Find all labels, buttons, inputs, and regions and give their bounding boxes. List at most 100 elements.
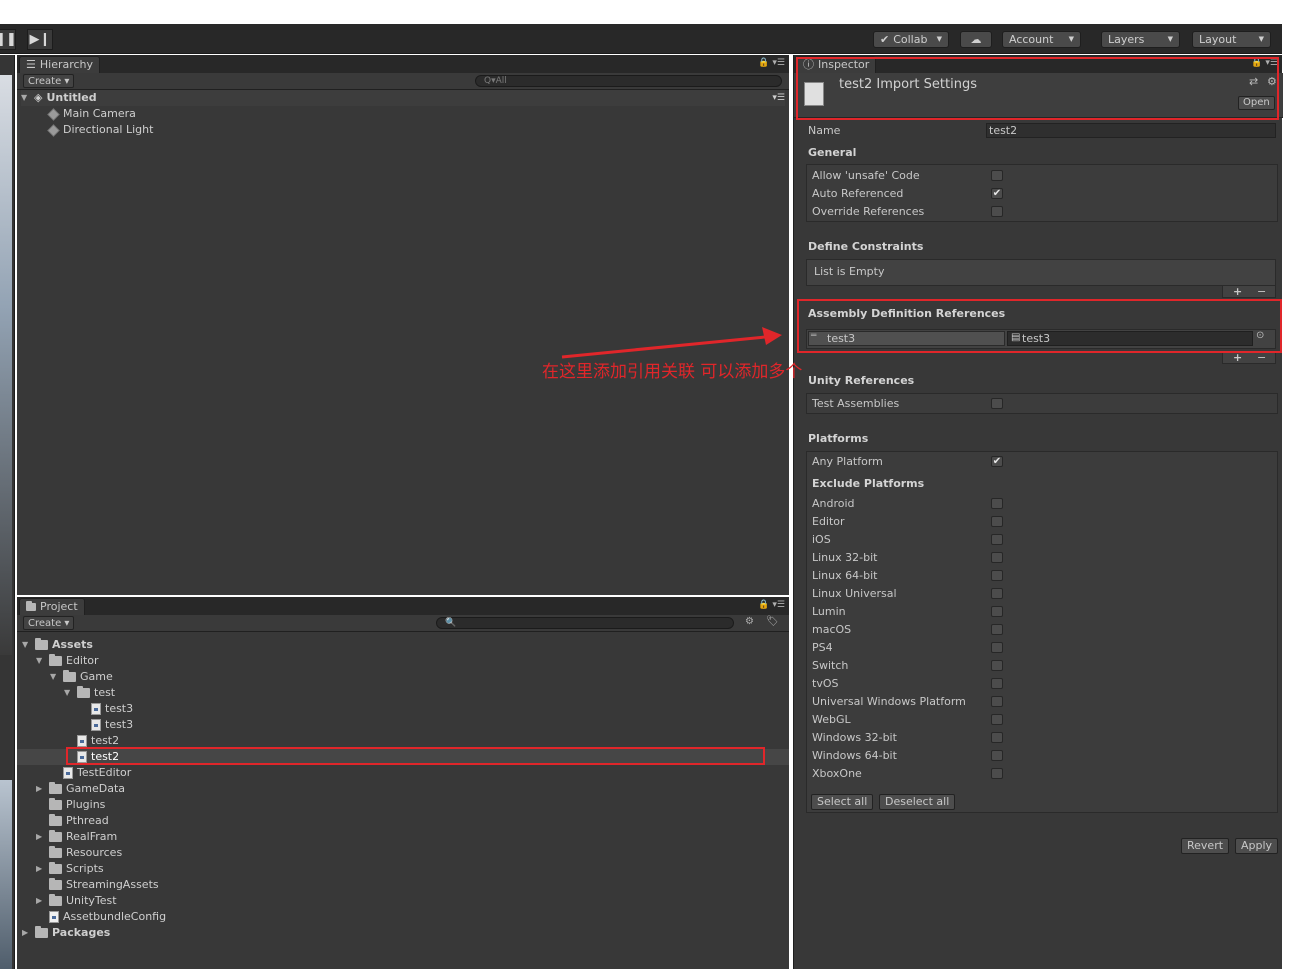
- folder-icon: [49, 782, 62, 794]
- filter-by-type-icon[interactable]: ⚙: [745, 616, 754, 627]
- tree-item-packages[interactable]: ▶ Packages: [22, 925, 110, 941]
- gear-icon[interactable]: ⚙: [1267, 75, 1277, 88]
- auto-referenced-checkbox[interactable]: ✔: [991, 188, 1003, 199]
- select-all-button[interactable]: Select all: [811, 794, 874, 810]
- tab-project[interactable]: Project: [19, 598, 85, 615]
- platform-checkbox[interactable]: [991, 642, 1003, 653]
- collab-button[interactable]: ✔ Collab ▼: [873, 31, 949, 48]
- expand-icon[interactable]: ▼: [36, 653, 45, 669]
- tab-inspector[interactable]: ⓘ Inspector: [796, 56, 877, 73]
- platform-checkbox[interactable]: [991, 624, 1003, 635]
- platform-checkbox[interactable]: [991, 552, 1003, 563]
- any-platform-checkbox[interactable]: ✔: [991, 456, 1003, 467]
- filter-by-label-icon[interactable]: 🏷: [766, 616, 779, 627]
- tree-item-test2-script[interactable]: test2: [77, 733, 119, 749]
- cloud-button[interactable]: ☁: [960, 31, 992, 48]
- right-margin: [1282, 24, 1290, 969]
- expand-icon[interactable]: ▼: [21, 90, 30, 106]
- expand-icon[interactable]: ▼: [64, 685, 73, 701]
- collapse-icon[interactable]: ▶: [22, 925, 31, 941]
- platform-checkbox[interactable]: [991, 588, 1003, 599]
- allow-unsafe-checkbox[interactable]: [991, 170, 1003, 181]
- object-picker-icon[interactable]: ⊙: [1256, 330, 1264, 341]
- tree-item-pthread[interactable]: Pthread: [49, 813, 109, 829]
- tree-item-resources[interactable]: Resources: [49, 845, 122, 861]
- ref-object-field[interactable]: ▤ test3: [1007, 331, 1253, 346]
- scene-row[interactable]: ▼ ◈ Untitled ▾☰: [21, 90, 785, 106]
- add-icon[interactable]: +: [1233, 286, 1242, 297]
- platform-checkbox[interactable]: [991, 660, 1003, 671]
- tree-item-test2-asmdef[interactable]: test2: [77, 749, 119, 765]
- tree-item-plugins[interactable]: Plugins: [49, 797, 105, 813]
- preset-icon[interactable]: ⇄: [1249, 75, 1258, 88]
- platform-checkbox[interactable]: [991, 768, 1003, 779]
- platform-checkbox[interactable]: [991, 678, 1003, 689]
- panel-menu-icon[interactable]: 🔒 ▾☰: [1251, 58, 1278, 68]
- step-button[interactable]: ▶❙: [27, 29, 53, 50]
- collapse-icon[interactable]: ▶: [36, 893, 45, 909]
- tree-item-gamedata[interactable]: ▶ GameData: [36, 781, 125, 797]
- platform-checkbox[interactable]: [991, 750, 1003, 761]
- tree-item-streamingassets[interactable]: StreamingAssets: [49, 877, 159, 893]
- tree-item-test3-asmdef[interactable]: test3: [91, 701, 133, 717]
- platform-checkbox[interactable]: [991, 732, 1003, 743]
- platform-checkbox[interactable]: [991, 534, 1003, 545]
- expand-icon[interactable]: ▼: [22, 637, 31, 653]
- platform-checkbox[interactable]: [991, 606, 1003, 617]
- platform-label: Editor: [812, 515, 845, 528]
- open-button[interactable]: Open: [1238, 96, 1275, 110]
- main-toolbar: ❚❚ ▶❙ ✔ Collab ▼ ☁ Account ▼ Layers ▼ La…: [0, 24, 1282, 54]
- apply-button[interactable]: Apply: [1235, 838, 1279, 854]
- remove-icon[interactable]: −: [1257, 286, 1266, 297]
- list-item[interactable]: Directional Light: [47, 122, 153, 138]
- tree-item-editor[interactable]: ▼ Editor: [36, 653, 99, 669]
- platform-checkbox[interactable]: [991, 498, 1003, 509]
- collapse-icon[interactable]: ▶: [36, 829, 45, 845]
- platform-checkbox[interactable]: [991, 714, 1003, 725]
- platform-label: Switch: [812, 659, 849, 672]
- project-search-input[interactable]: 🔍: [436, 617, 734, 629]
- tree-item-test3-script[interactable]: test3: [91, 717, 133, 733]
- deselect-all-button[interactable]: Deselect all: [879, 794, 956, 810]
- platform-checkbox[interactable]: [991, 696, 1003, 707]
- tree-item-assets[interactable]: ▼ Assets: [22, 637, 93, 653]
- platform-checkbox[interactable]: [991, 570, 1003, 581]
- remove-icon[interactable]: −: [1257, 352, 1266, 363]
- panel-menu-icon[interactable]: 🔒 ▾☰: [758, 58, 785, 68]
- name-field[interactable]: test2: [986, 123, 1276, 138]
- platform-label: WebGL: [812, 713, 851, 726]
- pause-button[interactable]: ❚❚: [0, 29, 17, 50]
- tree-item-unitytest[interactable]: ▶ UnityTest: [36, 893, 117, 909]
- layers-dropdown[interactable]: Layers ▼: [1101, 31, 1180, 48]
- tab-hierarchy[interactable]: ☰ Hierarchy: [19, 56, 101, 73]
- inspector-title: test2 Import Settings: [839, 77, 977, 92]
- revert-button[interactable]: Revert: [1181, 838, 1230, 854]
- override-references-checkbox[interactable]: [991, 206, 1003, 217]
- list-empty-label: List is Empty: [814, 265, 885, 278]
- tree-item-game[interactable]: ▼ Game: [50, 669, 113, 685]
- account-dropdown[interactable]: Account ▼: [1002, 31, 1081, 48]
- tree-item-realfram[interactable]: ▶ RealFram: [36, 829, 117, 845]
- scene-menu-icon[interactable]: ▾☰: [772, 90, 785, 106]
- platform-label: Android: [812, 497, 855, 510]
- hierarchy-search-input[interactable]: Q▾All: [475, 75, 782, 87]
- tree-item-assetbundleconfig[interactable]: AssetbundleConfig: [49, 909, 166, 925]
- expand-icon[interactable]: ▼: [50, 669, 59, 685]
- hierarchy-create-button[interactable]: Create ▾: [23, 74, 75, 88]
- ref-name-field[interactable]: ═ test3: [808, 331, 1005, 346]
- test-assemblies-checkbox[interactable]: [991, 398, 1003, 409]
- drag-handle-icon[interactable]: ═: [811, 331, 816, 341]
- collapse-icon[interactable]: ▶: [36, 861, 45, 877]
- tree-item-testeditor[interactable]: TestEditor: [63, 765, 131, 781]
- platform-checkbox[interactable]: [991, 516, 1003, 527]
- tree-item-scripts[interactable]: ▶ Scripts: [36, 861, 104, 877]
- project-create-button[interactable]: Create ▾: [23, 616, 75, 630]
- tree-item-test[interactable]: ▼ test: [64, 685, 115, 701]
- script-file-icon: [63, 767, 73, 779]
- add-icon[interactable]: +: [1233, 352, 1242, 363]
- annotation-arrow-icon: [561, 327, 782, 359]
- list-item[interactable]: Main Camera: [47, 106, 136, 122]
- collapse-icon[interactable]: ▶: [36, 781, 45, 797]
- panel-menu-icon[interactable]: 🔒 ▾☰: [758, 600, 785, 610]
- layout-dropdown[interactable]: Layout ▼: [1192, 31, 1271, 48]
